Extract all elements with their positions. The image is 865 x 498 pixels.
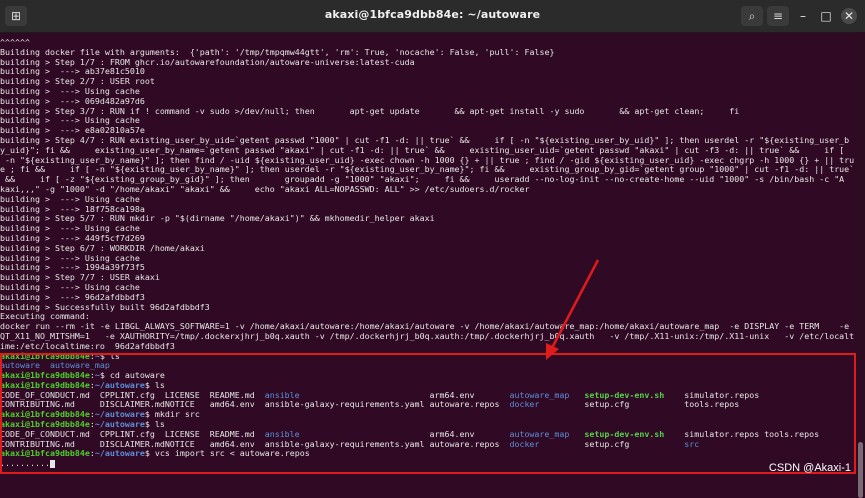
hamburger-menu-icon[interactable]: ≡	[767, 6, 789, 26]
progress-line: ..........	[0, 458, 856, 469]
ls-entry: amd64.env	[209, 399, 255, 410]
close-icon[interactable]: ✕	[841, 8, 857, 24]
prompt-line: akaxi@1bfca9dbb84e:~$ ls	[0, 350, 120, 361]
ls-entry: tools.repos	[764, 428, 820, 439]
ls-entry: setup.cfg	[584, 399, 630, 410]
ls-entry: autoware.repos	[429, 438, 500, 449]
window-title: akaxi@1bfca9dbb84e: ~/autoware	[324, 8, 541, 21]
maximize-icon[interactable]: □	[818, 8, 834, 24]
log-line: building > Successfully built 96d2afdbbd…	[0, 301, 210, 312]
ls-entry: setup.cfg	[584, 438, 630, 449]
terminal-window: ⊞ akaxi@1bfca9dbb84e: ~/autoware ⌕ ≡ – □…	[0, 0, 865, 498]
ls-entry: docker	[509, 438, 540, 449]
ls-entry: autoware.repos	[429, 399, 500, 410]
minimize-icon[interactable]: –	[795, 8, 811, 24]
text-cursor	[49, 459, 55, 468]
build-log: ^^^^^^ Building docker file with argument…	[0, 38, 856, 352]
title-bar: ⊞ akaxi@1bfca9dbb84e: ~/autoware ⌕ ≡ – □…	[0, 0, 865, 33]
prompt-line: akaxi@1bfca9dbb84e:~/autoware$ vcs impor…	[0, 448, 310, 459]
log-line: ime:/etc/localtime:ro 96d2afdbbdf3	[0, 340, 175, 351]
ls-entry: ansible-galaxy-requirements.yaml	[264, 399, 425, 410]
ls-entry: tools.repos	[684, 399, 740, 410]
watermark: CSDN @Akaxi-1	[768, 462, 851, 474]
ls-entry: src	[684, 438, 700, 449]
scrollbar[interactable]	[856, 32, 865, 498]
terminal-output[interactable]: ^^^^^^ Building docker file with argument…	[0, 38, 856, 483]
ls-entry: docker	[509, 399, 540, 410]
search-icon[interactable]: ⌕	[741, 6, 763, 26]
scrollbar-thumb[interactable]	[858, 442, 863, 498]
